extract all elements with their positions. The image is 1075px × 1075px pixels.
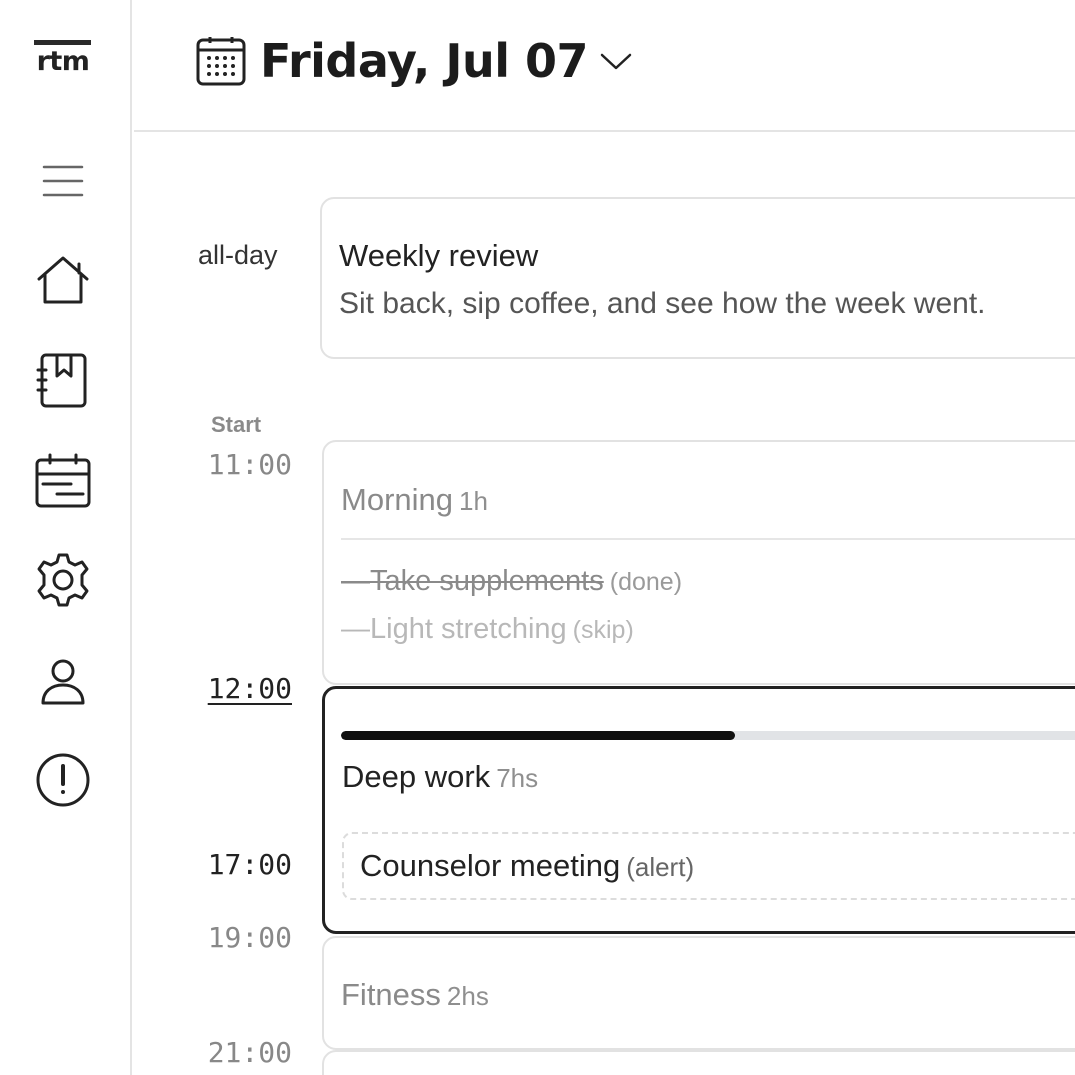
date-header: Friday, Jul 07: [134, 0, 1075, 132]
fitness-block-card[interactable]: Fitness 2hs: [322, 936, 1075, 1050]
task-status: (skip): [572, 616, 634, 644]
allday-label: all-day: [198, 240, 278, 270]
sub-event-tag: (alert): [626, 852, 695, 882]
block-title-text: Fitness: [341, 977, 441, 1012]
deep-work-block-card[interactable]: Deep work 7hs Counselor meeting (alert): [322, 686, 1075, 934]
progress-fill: [341, 731, 736, 740]
user-icon[interactable]: [32, 650, 94, 712]
task-text: —Light stretching: [341, 613, 567, 645]
task-item[interactable]: —Light stretching (skip): [341, 609, 634, 650]
block-title-text: Deep work: [342, 759, 491, 794]
chevron-down-icon[interactable]: [598, 46, 634, 76]
block-duration: 1h: [459, 486, 488, 516]
block-duration: 2hs: [446, 981, 489, 1011]
alert-circle-icon[interactable]: [32, 749, 94, 811]
divider: [341, 538, 1075, 540]
gear-icon[interactable]: [32, 549, 94, 611]
block-title: Morning 1h: [341, 480, 488, 521]
block-title: Deep work 7hs: [342, 757, 538, 798]
block-duration: 7hs: [496, 763, 539, 793]
hamburger-icon[interactable]: [32, 150, 94, 212]
app-logo[interactable]: rtm: [34, 40, 92, 75]
home-icon[interactable]: [32, 249, 94, 311]
morning-block-card[interactable]: Morning 1h —Take supplements (done) —Light…: [322, 440, 1075, 685]
date-title[interactable]: Friday, Jul 07: [260, 30, 589, 92]
logo-bar: [34, 40, 91, 45]
time-label-1200-current: 12:00: [207, 672, 292, 705]
time-label-1900: 19:00: [207, 921, 292, 954]
calendar-icon[interactable]: [196, 36, 246, 86]
task-text: —Take supplements: [341, 565, 604, 597]
block-title: Fitness 2hs: [341, 975, 489, 1016]
block-title-text: Morning: [341, 482, 453, 517]
calendar-card-icon[interactable]: [32, 450, 94, 512]
sub-event-title-text: Counselor meeting: [360, 848, 621, 883]
next-block-card[interactable]: [322, 1050, 1075, 1075]
sidebar: rtm: [0, 0, 132, 1075]
task-item[interactable]: —Take supplements (done): [341, 561, 682, 602]
event-title: Weekly review: [339, 238, 539, 273]
time-label-1700: 17:00: [207, 848, 292, 881]
task-status: (done): [609, 568, 683, 596]
progress-bar: [341, 731, 1075, 740]
logo-text: rtm: [36, 46, 90, 77]
sub-event-card[interactable]: Counselor meeting (alert): [342, 832, 1075, 900]
time-label-1100: 11:00: [207, 448, 292, 481]
time-label-2100: 21:00: [207, 1036, 292, 1069]
sub-event-title: Counselor meeting (alert): [360, 846, 694, 887]
event-description: Sit back, sip coffee, and see how the we…: [339, 287, 986, 320]
notebook-icon[interactable]: [32, 349, 94, 411]
allday-event-card[interactable]: Weekly review Sit back, sip coffee, and …: [320, 197, 1075, 359]
start-label: Start: [211, 412, 262, 437]
